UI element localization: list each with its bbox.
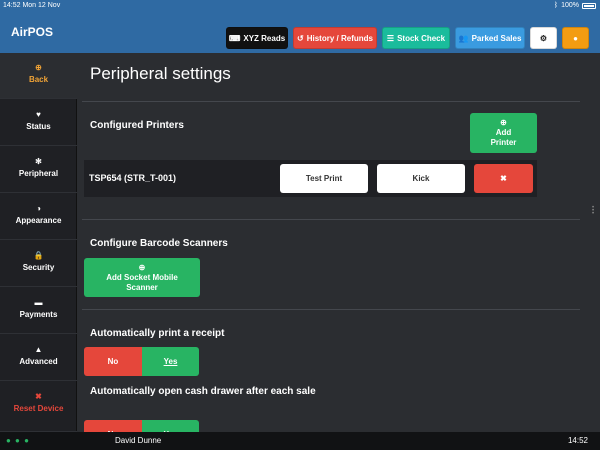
connection-status-icon: ● ● ● xyxy=(6,436,30,445)
settings-button[interactable]: ⚙ xyxy=(530,27,557,49)
close-icon: ✖ xyxy=(35,392,42,401)
divider xyxy=(82,309,580,310)
auto-receipt-heading: Automatically print a receipt xyxy=(90,328,225,339)
configured-printers-heading: Configured Printers xyxy=(90,120,184,131)
warning-icon: ▲ xyxy=(34,345,43,354)
add-printer-label: Add Printer xyxy=(490,128,517,147)
sidebar-item-label: Reset Device xyxy=(13,404,64,413)
lock-icon: 🔒 xyxy=(33,251,44,260)
brand-logo: AirPOS xyxy=(11,25,54,39)
sidebar-item-reset-device[interactable]: ✖ Reset Device xyxy=(0,382,77,432)
sidebar-item-advanced[interactable]: ▲ Advanced xyxy=(0,335,77,381)
clock: 14:52 xyxy=(567,436,588,445)
parked-sales-button[interactable]: 👥 Parked Sales xyxy=(455,27,525,49)
remove-printer-button[interactable]: ✖ xyxy=(474,164,533,193)
add-printer-button[interactable]: ⊕ Add Printer xyxy=(470,113,537,153)
xyz-reads-label: XYZ Reads xyxy=(243,33,286,43)
status-right: ᛒ 100% xyxy=(554,0,596,12)
keyboard-icon: ⌨ xyxy=(228,33,241,43)
divider xyxy=(82,101,580,102)
heartbeat-icon: ♥ xyxy=(36,110,41,119)
sidebar-item-label: Back xyxy=(28,75,49,84)
test-print-button[interactable]: Test Print xyxy=(280,164,368,193)
contrast-icon: ◑ xyxy=(36,204,41,213)
auto-drawer-no-button[interactable]: No xyxy=(84,420,142,432)
card-icon: ▬ xyxy=(34,298,43,307)
sidebar-item-label: Appearance xyxy=(15,216,62,225)
sidebar-item-label: Advanced xyxy=(19,357,58,366)
battery-icon xyxy=(582,3,596,9)
bluetooth-icon: ᛒ xyxy=(553,2,559,9)
kick-button[interactable]: Kick xyxy=(377,164,465,193)
xyz-reads-button[interactable]: ⌨ XYZ Reads xyxy=(226,27,288,49)
sidebar-item-peripheral[interactable]: ✻ Peripheral xyxy=(0,147,77,193)
status-date-time: 14:52 Mon 12 Nov xyxy=(3,2,61,9)
battery-percent: 100% xyxy=(561,2,579,9)
bottom-bar: ● ● ● David Dunne 14:52 xyxy=(0,432,600,450)
sidebar-item-label: Security xyxy=(22,263,55,272)
divider xyxy=(82,219,580,220)
sidebar-item-label: Status xyxy=(26,122,51,131)
barcode-scanners-heading: Configure Barcode Scanners xyxy=(90,238,228,249)
sidebar-item-label: Payments xyxy=(19,310,58,319)
auto-drawer-heading: Automatically open cash drawer after eac… xyxy=(90,386,316,397)
user-button[interactable]: ● xyxy=(562,27,589,49)
sidebar-item-status[interactable]: ♥ Status xyxy=(0,100,77,146)
settings-sidebar: ⊕ Back ♥ Status ✻ Peripheral ◑ Appearanc… xyxy=(0,53,77,432)
sidebar-item-label: Peripheral xyxy=(18,169,59,178)
back-icon: ⊕ xyxy=(35,63,42,72)
parked-sales-label: Parked Sales xyxy=(471,33,522,43)
close-icon: ✖ xyxy=(500,173,507,183)
app-window: 14:52 Mon 12 Nov ᛒ 100% AirPOS ⌨ XYZ Rea… xyxy=(0,0,600,450)
plus-circle-icon: ⊕ xyxy=(138,262,146,272)
plus-circle-icon: ⊕ xyxy=(500,118,507,127)
device-status-bar: 14:52 Mon 12 Nov ᛒ 100% xyxy=(0,0,600,12)
users-icon: 👥 xyxy=(458,33,469,43)
printer-row: TSP654 (STR_T-001) Test Print Kick ✖ xyxy=(84,160,537,197)
page-title: Peripheral settings xyxy=(90,64,231,83)
printer-name: TSP654 (STR_T-001) xyxy=(89,173,177,183)
current-user: David Dunne xyxy=(115,436,162,445)
stock-check-button[interactable]: ☰ Stock Check xyxy=(382,27,450,49)
auto-receipt-no-button[interactable]: No xyxy=(84,347,142,376)
sidebar-item-back[interactable]: ⊕ Back xyxy=(0,53,77,99)
history-icon: ↺ xyxy=(297,33,304,43)
add-scanner-label: Add Socket Mobile Scanner xyxy=(106,272,178,292)
gear-icon: ⚙ xyxy=(539,33,548,43)
history-refunds-button[interactable]: ↺ History / Refunds xyxy=(293,27,377,49)
auto-drawer-yes-button[interactable]: Yes xyxy=(142,420,199,432)
cog-icon: ✻ xyxy=(35,157,42,166)
sidebar-item-security[interactable]: 🔒 Security xyxy=(0,241,77,287)
scroll-handle[interactable]: • • • xyxy=(592,205,594,217)
add-socket-mobile-scanner-button[interactable]: ⊕ Add Socket Mobile Scanner xyxy=(84,258,200,297)
stock-check-label: Stock Check xyxy=(397,33,446,43)
main-content: Peripheral settings Configured Printers … xyxy=(77,53,600,432)
list-icon: ☰ xyxy=(386,33,395,43)
user-icon: ● xyxy=(573,33,578,43)
sidebar-item-payments[interactable]: ▬ Payments xyxy=(0,288,77,334)
add-scanner-row: ⊕ xyxy=(139,263,146,273)
sidebar-item-appearance[interactable]: ◑ Appearance xyxy=(0,194,77,240)
top-header: AirPOS ⌨ XYZ Reads ↺ History / Refunds ☰… xyxy=(0,12,600,53)
history-refunds-label: History / Refunds xyxy=(306,33,373,43)
auto-receipt-yes-button[interactable]: Yes xyxy=(142,347,199,376)
